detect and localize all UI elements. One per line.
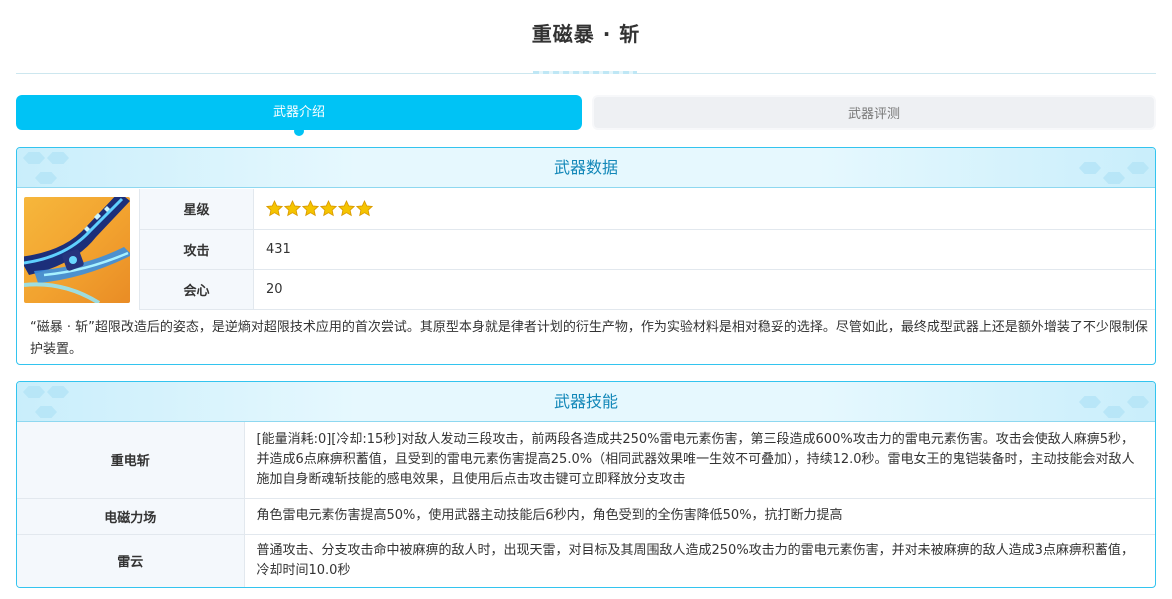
- star-icon: [302, 200, 319, 217]
- stat-value-crit: 20: [253, 269, 1155, 310]
- stat-label-rarity: 星级: [139, 189, 254, 230]
- skill-row: 重电斩 [能量消耗:0][冷却:15秒]对敌人发动三段攻击，前两段各造成共250…: [17, 422, 1155, 499]
- weapon-skills-heading: 武器技能: [553, 392, 618, 411]
- hex-decoration-icon: [1103, 406, 1125, 418]
- stat-value-attack: 431: [253, 229, 1155, 270]
- hex-decoration-icon: [23, 386, 45, 398]
- stat-value-rarity: [253, 189, 1155, 230]
- hex-decoration-icon: [1127, 162, 1149, 174]
- weapon-blade-icon: [24, 197, 130, 303]
- weapon-description: “磁暴 · 斩”超限改造后的姿态，是逆熵对超限技术应用的首次尝试。其原型本身就是…: [30, 320, 1148, 357]
- star-icon: [338, 200, 355, 217]
- stat-label-attack: 攻击: [139, 229, 254, 270]
- skill-name: 重电斩: [17, 422, 245, 499]
- hex-decoration-icon: [1079, 162, 1101, 174]
- tab-bar: 武器介绍 武器评测: [16, 95, 1156, 136]
- skill-name: 电磁力场: [17, 498, 245, 535]
- skill-description: 普通攻击、分支攻击命中被麻痹的敌人时，出现天雷，对目标及其周围敌人造成250%攻…: [256, 542, 1134, 578]
- stat-row-crit: 会心 20: [139, 269, 1155, 310]
- hex-decoration-icon: [23, 152, 45, 164]
- hex-decoration-icon: [1127, 396, 1149, 408]
- stat-label-crit: 会心: [139, 269, 254, 310]
- weapon-skills-header: 武器技能: [17, 382, 1155, 422]
- star-icon: [284, 200, 301, 217]
- page-title: 重磁暴 · 斩: [531, 22, 641, 46]
- hex-decoration-icon: [35, 172, 57, 184]
- hex-decoration-icon: [47, 386, 69, 398]
- weapon-data-header: 武器数据: [17, 148, 1155, 188]
- hex-decoration-icon: [47, 152, 69, 164]
- hex-decoration-icon: [35, 406, 57, 418]
- skills-table: 重电斩 [能量消耗:0][冷却:15秒]对敌人发动三段攻击，前两段各造成共250…: [17, 422, 1155, 587]
- star-icon: [356, 200, 373, 217]
- stat-row-attack: 攻击 431: [139, 229, 1155, 270]
- weapon-data-panel: 武器数据 星级 攻击 431 会心 20 “磁暴 · 斩”超限改造后的姿态，是逆…: [16, 147, 1156, 365]
- hex-decoration-icon: [1079, 396, 1101, 408]
- tab-weapon-review[interactable]: 武器评测: [592, 95, 1156, 130]
- title-divider-accent: [533, 71, 637, 74]
- star-icon: [320, 200, 337, 217]
- weapon-stats-table: 星级 攻击 431 会心 20: [139, 189, 1155, 310]
- skill-description: [能量消耗:0][冷却:15秒]对敌人发动三段攻击，前两段各造成共250%雷电元…: [244, 422, 1155, 499]
- skill-description: 角色雷电元素伤害提高50%，使用武器主动技能后6秒内，角色受到的全伤害降低50%…: [244, 498, 1155, 535]
- skill-row: 电磁力场 角色雷电元素伤害提高50%，使用武器主动技能后6秒内，角色受到的全伤害…: [17, 498, 1155, 535]
- skill-row: 雷云 普通攻击、分支攻击命中被麻痹的敌人时，出现天雷，对目标及其周围敌人造成25…: [17, 534, 1155, 587]
- skill-name: 雷云: [17, 534, 245, 587]
- weapon-data-heading: 武器数据: [553, 158, 618, 177]
- hex-decoration-icon: [1103, 172, 1125, 184]
- weapon-skills-panel: 武器技能 重电斩 [能量消耗:0][冷却:15秒]对敌人发动三段攻击，前两段各造…: [16, 381, 1156, 588]
- stat-row-rarity: 星级: [139, 189, 1155, 230]
- tab-weapon-intro[interactable]: 武器介绍: [16, 95, 582, 136]
- star-rating: [266, 200, 373, 217]
- star-icon: [266, 200, 283, 217]
